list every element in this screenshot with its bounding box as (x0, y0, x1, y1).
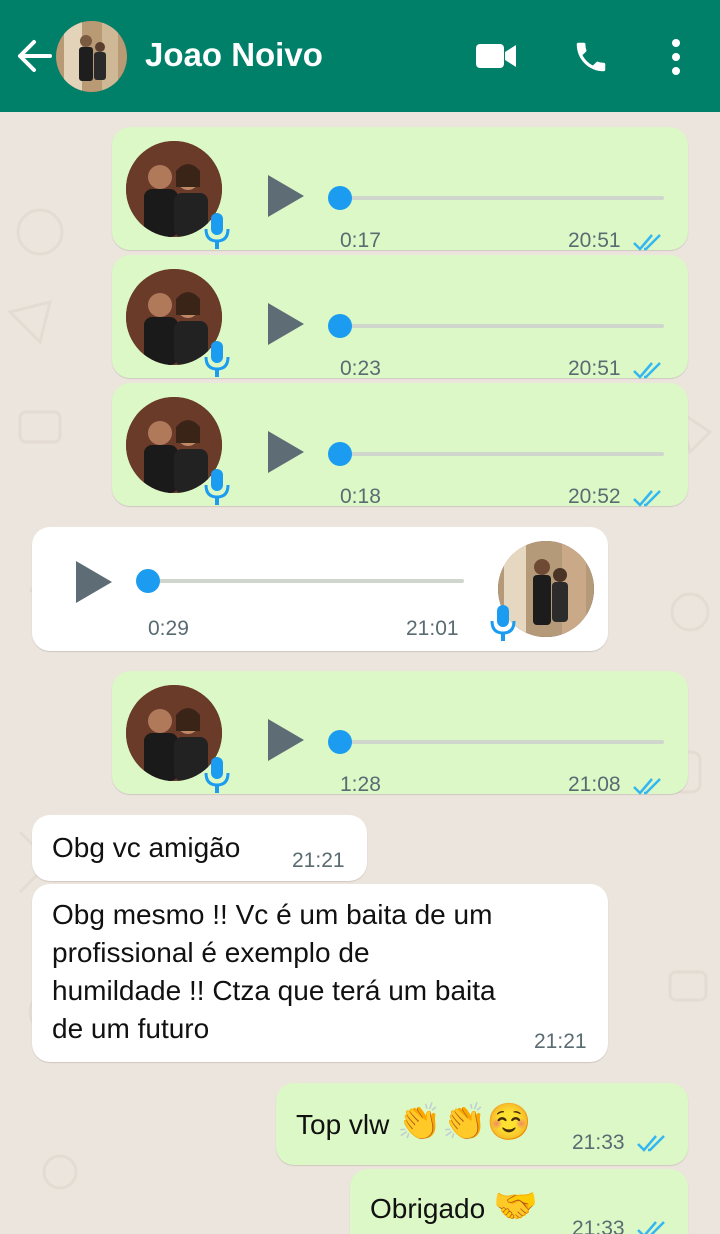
phone-icon[interactable] (572, 38, 610, 76)
audio-progress-knob[interactable] (136, 569, 160, 593)
text-message-out[interactable]: Top vlw 👏👏☺️ 21:33 (276, 1083, 688, 1165)
text-message-in[interactable]: Obg vc amigão 21:21 (32, 815, 367, 881)
voice-duration: 0:23 (340, 357, 381, 380)
audio-progress-track[interactable] (332, 740, 664, 744)
read-ticks-icon (633, 490, 661, 507)
text-message-out[interactable]: Obrigado 🤝 21:33 (350, 1169, 688, 1234)
audio-progress-knob[interactable] (328, 314, 352, 338)
microphone-icon (204, 341, 230, 377)
message-time: 20:51 (568, 229, 621, 252)
read-ticks-icon (633, 778, 661, 795)
read-ticks-icon (633, 362, 661, 379)
message-line: humildade !! Ctza que terá um baita (52, 975, 496, 1006)
play-icon[interactable] (74, 559, 114, 605)
message-time: 21:01 (406, 617, 459, 640)
message-time: 20:51 (568, 357, 621, 380)
voice-message-out[interactable]: 0:23 20:51 (112, 255, 688, 380)
voice-duration: 1:28 (340, 773, 381, 796)
read-ticks-icon (633, 234, 661, 251)
message-time: 21:21 (534, 1030, 587, 1053)
play-icon[interactable] (266, 301, 306, 347)
message-line: profissional é exemplo de (52, 937, 370, 968)
audio-progress-track[interactable] (332, 196, 664, 200)
message-text-label: Obrigado (370, 1193, 486, 1224)
voice-message-out[interactable]: 1:28 21:08 (112, 671, 688, 796)
audio-progress-knob[interactable] (328, 730, 352, 754)
contact-avatar[interactable] (56, 21, 127, 92)
play-icon[interactable] (266, 429, 306, 475)
text-message-in[interactable]: Obg mesmo !! Vc é um baita de um profiss… (32, 884, 608, 1062)
message-text: Obg vc amigão (52, 832, 241, 863)
chat-area[interactable]: 0:17 20:51 0:23 20:51 0:18 20:52 0:29 21… (0, 112, 720, 1234)
voice-duration: 0:17 (340, 229, 381, 252)
contact-name[interactable]: Joao Noivo (145, 36, 323, 74)
message-time: 20:52 (568, 485, 621, 508)
voice-duration: 0:18 (340, 485, 381, 508)
audio-progress-track[interactable] (332, 452, 664, 456)
audio-progress-track[interactable] (332, 324, 664, 328)
message-time: 21:21 (292, 849, 345, 872)
play-icon[interactable] (266, 717, 306, 763)
chat-header: Joao Noivo (0, 0, 720, 112)
voice-message-out[interactable]: 0:17 20:51 (112, 127, 688, 252)
message-text: Top vlw 👏👏☺️ (296, 1103, 532, 1144)
microphone-icon (490, 605, 516, 641)
message-line: Obg mesmo !! Vc é um baita de um (52, 899, 493, 930)
voice-message-out[interactable]: 0:18 20:52 (112, 383, 688, 508)
message-line: de um futuro (52, 1013, 210, 1044)
back-arrow-icon[interactable] (14, 36, 54, 76)
microphone-icon (204, 757, 230, 793)
audio-progress-knob[interactable] (328, 442, 352, 466)
message-text: Obrigado 🤝 (370, 1187, 538, 1228)
play-icon[interactable] (266, 173, 306, 219)
microphone-icon (204, 469, 230, 505)
emoji-handshake: 🤝 (492, 1185, 538, 1226)
message-time: 21:33 (572, 1217, 625, 1234)
more-options-icon[interactable] (664, 38, 688, 76)
read-ticks-icon (637, 1221, 665, 1234)
video-call-icon[interactable] (474, 40, 518, 72)
audio-progress-track[interactable] (144, 579, 464, 583)
microphone-icon (204, 213, 230, 249)
voice-message-in[interactable]: 0:29 21:01 (32, 527, 608, 651)
audio-progress-knob[interactable] (328, 186, 352, 210)
read-ticks-icon (637, 1135, 665, 1152)
message-text-label: Top vlw (296, 1109, 390, 1140)
emoji-clapping: 👏👏☺️ (397, 1101, 532, 1142)
message-time: 21:08 (568, 773, 621, 796)
voice-duration: 0:29 (148, 617, 189, 640)
message-time: 21:33 (572, 1131, 625, 1154)
